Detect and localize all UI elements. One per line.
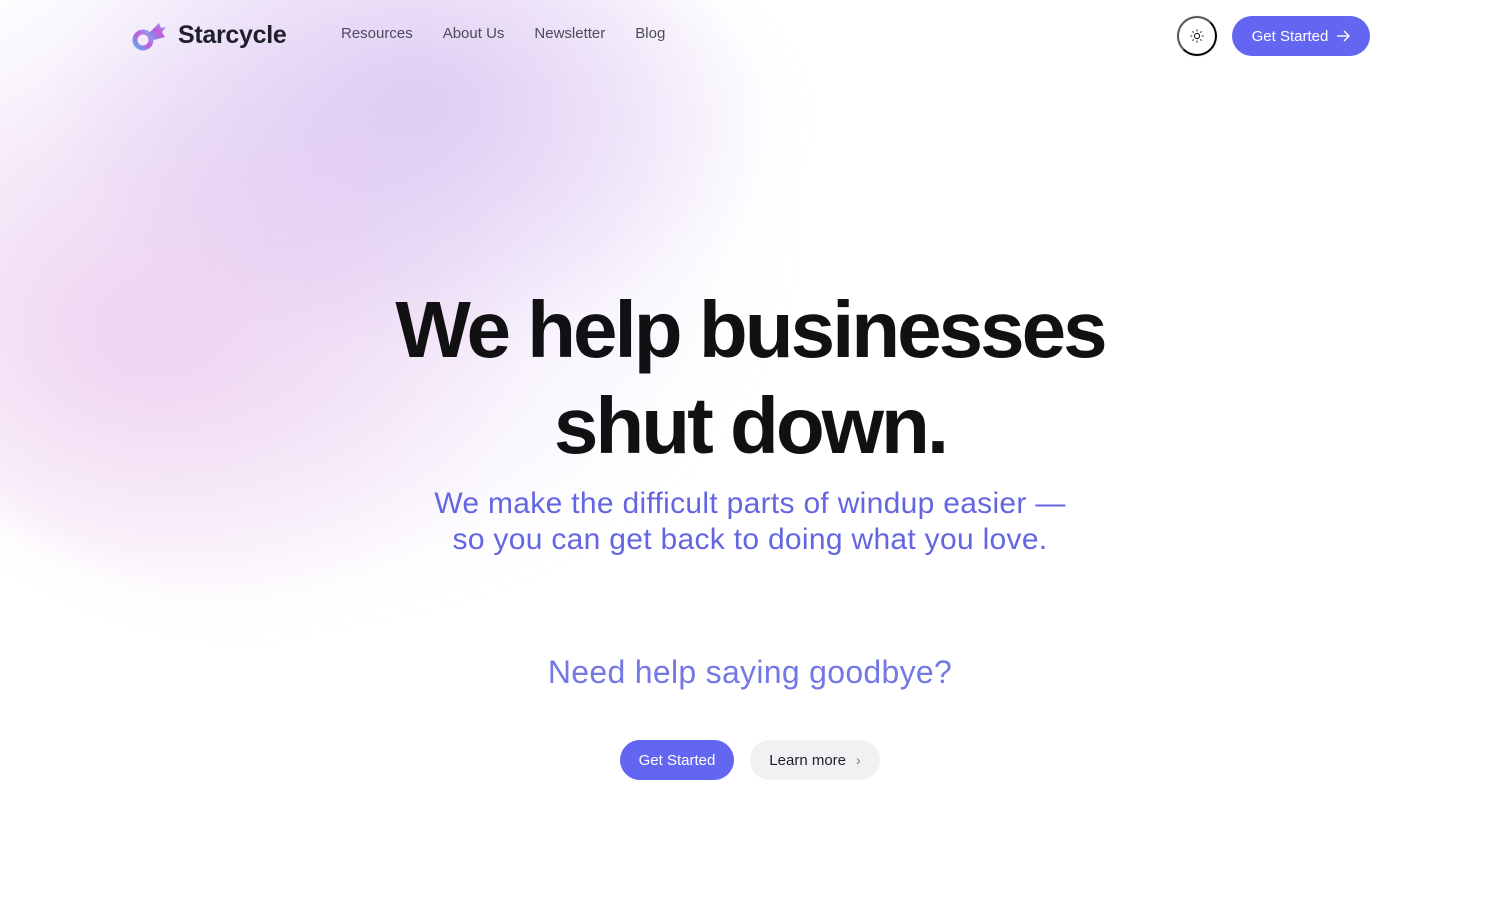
hero-question: Need help saying goodbye? <box>547 654 953 690</box>
brand-logo-link[interactable]: Starcycle <box>132 18 287 52</box>
hero-get-started-button[interactable]: Get Started <box>620 740 734 780</box>
arrow-right-icon <box>1337 30 1351 42</box>
hero-subtitle: We make the difficult parts of windup ea… <box>0 486 1500 558</box>
nav-item-newsletter[interactable]: Newsletter <box>534 25 605 42</box>
hero-title-line2: shut down. <box>553 381 949 470</box>
learn-more-button[interactable]: Learn more › <box>750 740 880 780</box>
hero-title-line1: We help businesses <box>395 285 1107 374</box>
hero-subtitle-line2: so you can get back to doing what you lo… <box>452 523 1048 556</box>
nav-item-blog[interactable]: Blog <box>635 25 665 42</box>
nav-item-about-us[interactable]: About Us <box>443 25 505 42</box>
header-get-started-button[interactable]: Get Started <box>1232 16 1370 56</box>
starcycle-logo-icon <box>132 23 166 51</box>
hero-subtitle-line1: We make the difficult parts of windup ea… <box>434 487 1066 520</box>
hero-title: We help businesses shut down. <box>0 282 1500 474</box>
nav-item-resources[interactable]: Resources <box>341 25 413 42</box>
learn-more-label: Learn more <box>769 751 847 769</box>
header-cta-label: Get Started <box>1251 27 1329 45</box>
sun-icon <box>1190 29 1204 43</box>
theme-toggle-button[interactable] <box>1177 16 1217 56</box>
chevron-right-icon: › <box>856 752 861 768</box>
site-header: Starcycle Resources About Us Newsletter … <box>0 0 1500 72</box>
hero-cta-row: Get Started Learn more › <box>620 740 880 780</box>
brand-name: Starcycle <box>178 20 287 49</box>
main-nav: Resources About Us Newsletter Blog <box>341 25 665 42</box>
